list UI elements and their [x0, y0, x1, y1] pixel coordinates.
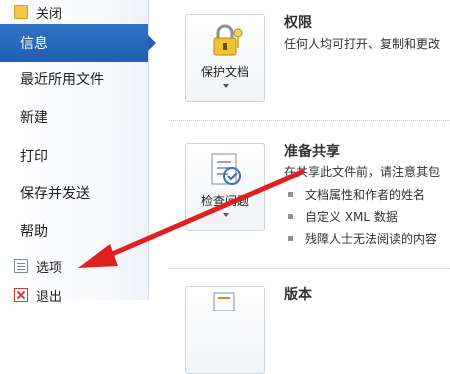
list-item-text: 残障人士无法阅读的内容 — [305, 232, 438, 246]
list-item-text: 文档属性和作者的姓名 — [305, 188, 426, 202]
section-divider — [169, 120, 450, 121]
nav-info[interactable]: 信息 — [0, 24, 156, 62]
bullet-icon — [288, 192, 293, 197]
nav-options[interactable]: 选项 — [0, 254, 148, 278]
nav-exit-label: 退出 — [36, 289, 63, 305]
nav-info-label: 信息 — [20, 36, 48, 52]
nav-close[interactable]: 关闭 — [0, 0, 148, 24]
folder-icon — [14, 5, 28, 19]
nav-save-send[interactable]: 保存并发送 — [0, 174, 148, 212]
lock-key-icon — [213, 24, 243, 56]
chevron-down-icon — [223, 213, 229, 217]
nav-help-label: 帮助 — [20, 224, 48, 240]
nav-print-label: 打印 — [20, 149, 48, 165]
section-divider — [169, 268, 450, 269]
list-item: 自定义 XML 数据 — [288, 208, 398, 225]
info-content: 保护文档 权限 任何人均可打开、复制和更改 检查问题 准备共享 在共享此文件前，… — [149, 0, 450, 374]
prepare-sharing-title: 准备共享 — [284, 144, 340, 160]
nav-print[interactable]: 打印 — [0, 137, 148, 175]
manage-versions-button[interactable] — [185, 286, 265, 374]
nav-recent[interactable]: 最近所用文件 — [0, 60, 148, 98]
bullet-icon — [288, 236, 293, 241]
list-item: 文档属性和作者的姓名 — [288, 186, 425, 203]
options-icon — [14, 259, 28, 273]
nav-options-label: 选项 — [36, 260, 63, 276]
backstage-nav: 关闭 信息 最近所用文件 新建 打印 保存并发送 帮助 选项 退出 — [0, 0, 156, 305]
nav-new[interactable]: 新建 — [0, 98, 148, 136]
prepare-sharing-description: 在共享此文件前，请注意其包 — [284, 165, 441, 179]
chevron-down-icon — [223, 84, 229, 88]
document-versions-icon — [213, 292, 235, 311]
protect-document-label: 保护文档 — [200, 65, 249, 79]
list-item-text: 自定义 XML 数据 — [305, 210, 398, 224]
check-issues-label: 检查问题 — [200, 194, 249, 208]
nav-close-label: 关闭 — [36, 6, 63, 22]
checklist-icon — [211, 153, 241, 185]
versions-title: 版本 — [284, 287, 312, 303]
nav-new-label: 新建 — [20, 110, 48, 126]
nav-help[interactable]: 帮助 — [0, 212, 148, 250]
nav-exit[interactable]: 退出 — [0, 283, 148, 307]
bullet-icon — [288, 214, 293, 219]
nav-save-send-label: 保存并发送 — [20, 186, 90, 202]
list-item: 残障人士无法阅读的内容 — [288, 230, 437, 247]
nav-recent-label: 最近所用文件 — [20, 72, 104, 88]
permissions-title: 权限 — [284, 15, 312, 31]
protect-document-button[interactable]: 保护文档 — [185, 14, 265, 102]
permissions-description: 任何人均可打开、复制和更改 — [284, 37, 441, 51]
check-issues-button[interactable]: 检查问题 — [185, 143, 265, 231]
